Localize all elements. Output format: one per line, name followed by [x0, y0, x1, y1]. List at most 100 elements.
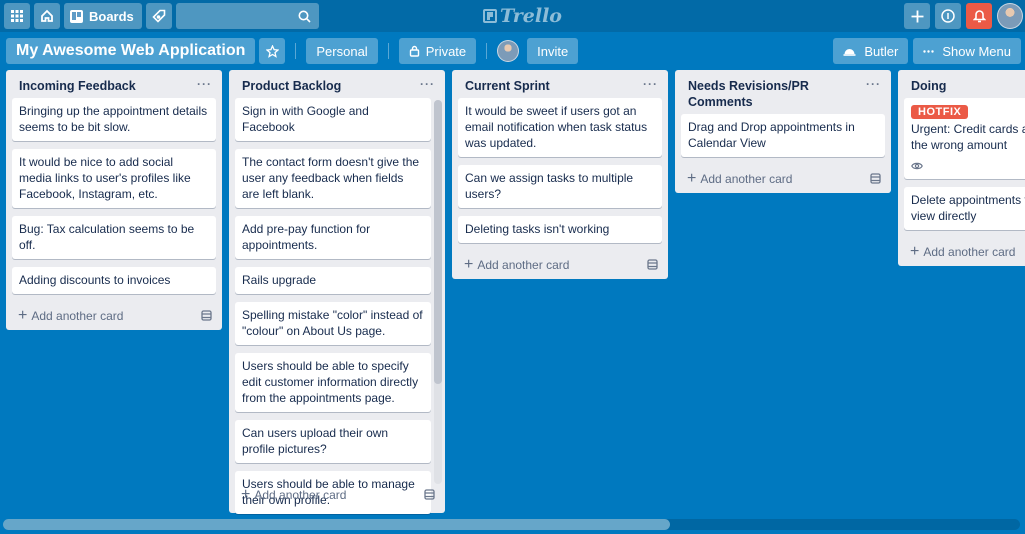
eye-icon — [911, 162, 923, 170]
card[interactable]: Adding discounts to invoices — [12, 267, 216, 294]
tag-button[interactable] — [145, 3, 172, 29]
home-icon — [41, 9, 53, 22]
list-doing[interactable]: Doing ··· HOTFIX Urgent: Credit cards ar… — [898, 70, 1025, 266]
team-visibility-button[interactable]: Personal — [306, 38, 378, 64]
trello-logo[interactable]: Trello — [483, 5, 562, 27]
info-icon — [941, 9, 955, 23]
add-card-label: Add another card — [700, 172, 793, 186]
divider — [295, 43, 297, 59]
apps-button[interactable] — [4, 3, 30, 29]
divider — [387, 43, 389, 59]
list-header[interactable]: Current Sprint ··· — [452, 70, 668, 98]
plus-icon: + — [687, 170, 697, 187]
butler-button[interactable]: Butler — [833, 38, 909, 64]
plus-icon: + — [241, 486, 251, 503]
plus-icon — [911, 10, 923, 22]
card-template-icon[interactable] — [201, 310, 212, 321]
add-card-button[interactable]: + Add another card — [10, 302, 218, 330]
card[interactable]: Add pre-pay function for appointments. — [235, 216, 431, 259]
watching-badge — [911, 159, 1025, 173]
list-menu-icon[interactable]: ··· — [197, 76, 212, 92]
add-card-label: Add another card — [477, 258, 570, 272]
card[interactable]: Delete appointments from Calendar view d… — [904, 187, 1025, 230]
show-menu-label: Show Menu — [942, 43, 1011, 59]
add-card-label: Add another card — [31, 309, 124, 323]
list-title[interactable]: Needs Revisions/PR Comments — [688, 79, 809, 109]
card[interactable]: Bringing up the appointment details seem… — [12, 98, 216, 141]
butler-label: Butler — [864, 43, 899, 59]
plus-icon: + — [464, 256, 474, 273]
lock-icon — [409, 45, 419, 57]
card-template-icon[interactable] — [424, 489, 435, 500]
card[interactable]: Drag and Drop appointments in Calendar V… — [681, 114, 885, 157]
board-horizontal-scrollbar[interactable] — [3, 519, 1020, 530]
list-header[interactable]: Doing ··· — [898, 70, 1025, 98]
list-incoming-feedback[interactable]: Incoming Feedback ··· Bringing up the ap… — [6, 70, 222, 330]
list-title[interactable]: Incoming Feedback — [19, 79, 136, 93]
star-button[interactable] — [259, 38, 286, 64]
card[interactable]: Sign in with Google and Facebook — [235, 98, 431, 141]
create-button[interactable] — [904, 3, 930, 29]
divider — [486, 43, 488, 59]
grid-icon — [11, 10, 23, 22]
top-navigation-bar: Boards Trello — [0, 0, 1025, 32]
card[interactable]: Bug: Tax calculation seems to be off. — [12, 216, 216, 259]
card-template-icon[interactable] — [870, 173, 881, 184]
more-icon — [923, 49, 935, 53]
card-template-icon[interactable] — [647, 259, 658, 270]
add-card-button[interactable]: + Add another card — [456, 251, 664, 279]
boards-icon — [70, 9, 83, 23]
add-card-button[interactable]: + Add another card — [902, 238, 1025, 266]
list-current-sprint[interactable]: Current Sprint ··· It would be sweet if … — [452, 70, 668, 279]
card-label-hotfix: HOTFIX — [911, 105, 969, 119]
privacy-label: Private — [425, 43, 467, 59]
list-scrollbar[interactable] — [434, 100, 442, 484]
list-needs-revisions[interactable]: Needs Revisions/PR Comments ··· Drag and… — [675, 70, 891, 193]
add-card-label: Add another card — [254, 488, 347, 502]
list-header[interactable]: Incoming Feedback ··· — [6, 70, 222, 98]
star-icon — [265, 44, 279, 58]
invite-button[interactable]: Invite — [527, 38, 579, 64]
notifications-button[interactable] — [966, 3, 992, 29]
card[interactable]: The contact form doesn't give the user a… — [235, 149, 431, 208]
search-input[interactable] — [175, 3, 319, 29]
boards-button[interactable]: Boards — [64, 3, 142, 29]
list-menu-icon[interactable]: ··· — [420, 76, 435, 92]
member-avatar[interactable] — [497, 40, 520, 62]
card[interactable]: Spelling mistake "color" instead of "col… — [235, 302, 431, 345]
card[interactable]: HOTFIX Urgent: Credit cards are charged … — [904, 98, 1025, 179]
list-title[interactable]: Current Sprint — [465, 79, 550, 93]
card[interactable]: It would be sweet if users got an email … — [458, 98, 662, 157]
card[interactable]: It would be nice to add social media lin… — [12, 149, 216, 208]
list-menu-icon[interactable]: ··· — [866, 76, 881, 92]
card[interactable]: Rails upgrade — [235, 267, 431, 294]
avatar[interactable] — [997, 3, 1023, 29]
logo-text: Trello — [500, 5, 562, 27]
list-header[interactable]: Needs Revisions/PR Comments ··· — [675, 70, 891, 114]
card[interactable]: Can users upload their own profile pictu… — [235, 420, 431, 463]
list-header[interactable]: Product Backlog ··· — [229, 70, 445, 98]
privacy-button[interactable]: Private — [398, 38, 477, 64]
add-card-label: Add another card — [923, 245, 1016, 259]
home-button[interactable] — [34, 3, 60, 29]
trello-logo-icon — [483, 9, 497, 23]
bell-icon — [972, 10, 986, 23]
scrollbar-thumb[interactable] — [3, 519, 670, 530]
plus-icon: + — [18, 307, 28, 324]
card[interactable]: Deleting tasks isn't working — [458, 216, 662, 243]
boards-label: Boards — [89, 8, 134, 24]
add-card-button[interactable]: + Add another card — [679, 165, 887, 193]
card[interactable]: Can we assign tasks to multiple users? — [458, 165, 662, 208]
list-product-backlog[interactable]: Product Backlog ··· Sign in with Google … — [229, 70, 445, 514]
list-title[interactable]: Product Backlog — [242, 79, 341, 93]
add-card-button[interactable]: + Add another card — [233, 481, 441, 509]
tag-icon — [152, 9, 166, 23]
info-button[interactable] — [935, 3, 961, 29]
show-menu-button[interactable]: Show Menu — [913, 38, 1021, 64]
scrollbar-thumb[interactable] — [434, 100, 442, 384]
butler-bell-icon — [843, 49, 856, 56]
card[interactable]: Users should be able to specify edit cus… — [235, 353, 431, 412]
list-title[interactable]: Doing — [911, 79, 946, 93]
list-menu-icon[interactable]: ··· — [643, 76, 658, 92]
board-title[interactable]: My Awesome Web Application — [6, 38, 256, 64]
